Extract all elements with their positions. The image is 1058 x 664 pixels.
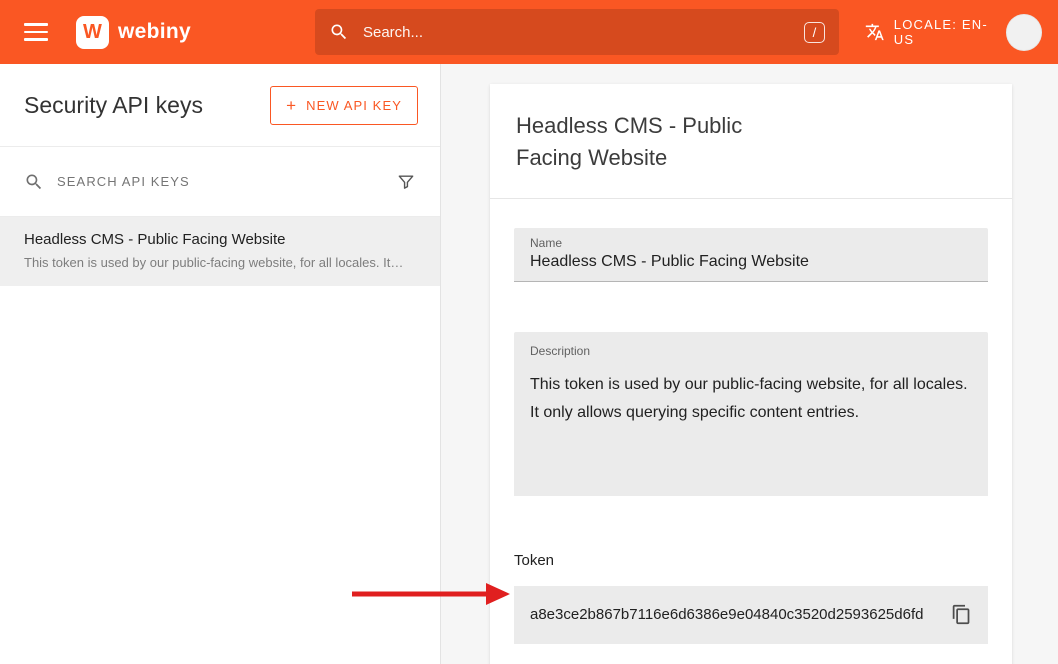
- api-key-card: Headless CMS - Public Facing Website Nam…: [490, 84, 1012, 664]
- locale-selector[interactable]: LOCALE: EN-US: [865, 17, 1006, 47]
- global-search[interactable]: /: [315, 9, 839, 55]
- token-value: a8e3ce2b867b7116e6d6386e9e04840c3520d259…: [530, 606, 923, 623]
- plus-icon: +: [286, 97, 297, 114]
- locale-label: LOCALE: EN-US: [894, 17, 1006, 47]
- search-shortcut-badge: /: [804, 22, 826, 43]
- user-avatar[interactable]: [1006, 14, 1042, 51]
- api-keys-sidebar: Security API keys + NEW API KEY Headless…: [0, 64, 441, 664]
- global-search-input[interactable]: [363, 24, 804, 41]
- api-keys-search-input[interactable]: [57, 174, 396, 189]
- api-keys-search-row: [0, 147, 440, 217]
- webiny-logo-text: webiny: [118, 20, 191, 44]
- copy-icon: [951, 604, 972, 625]
- description-field-label: Description: [530, 344, 972, 358]
- sidebar-header: Security API keys + NEW API KEY: [0, 64, 440, 147]
- description-field[interactable]: Description This token is used by our pu…: [514, 332, 988, 496]
- name-field-value: Headless CMS - Public Facing Website: [530, 253, 972, 271]
- card-body: Name Headless CMS - Public Facing Websit…: [490, 199, 1012, 664]
- filter-icon: [396, 172, 416, 192]
- api-key-list-item[interactable]: Headless CMS - Public Facing Website Thi…: [0, 217, 440, 286]
- new-api-key-button[interactable]: + NEW API KEY: [270, 86, 418, 125]
- translate-icon: [865, 22, 885, 42]
- token-label: Token: [514, 552, 988, 569]
- card-header: Headless CMS - Public Facing Website: [490, 84, 1012, 199]
- copy-token-button[interactable]: [951, 604, 972, 625]
- api-key-description: This token is used by our public-facing …: [24, 255, 416, 270]
- description-field-value: This token is used by our public-facing …: [530, 371, 972, 427]
- name-field-label: Name: [530, 236, 972, 250]
- search-icon: [24, 172, 44, 192]
- page-title: Security API keys: [24, 92, 203, 119]
- name-field[interactable]: Name Headless CMS - Public Facing Websit…: [514, 228, 988, 282]
- api-key-title: Headless CMS - Public Facing Website: [24, 231, 416, 248]
- webiny-logo[interactable]: W webiny: [76, 16, 191, 49]
- webiny-logo-icon: W: [76, 16, 109, 49]
- card-title: Headless CMS - Public Facing Website: [516, 110, 786, 174]
- hamburger-menu-icon[interactable]: [24, 22, 48, 42]
- top-bar: W webiny / LOCALE: EN-US: [0, 0, 1058, 64]
- filter-button[interactable]: [396, 172, 416, 192]
- detail-panel: Headless CMS - Public Facing Website Nam…: [441, 64, 1058, 664]
- search-icon: [329, 22, 349, 42]
- main-content: Security API keys + NEW API KEY Headless…: [0, 64, 1058, 664]
- new-api-key-label: NEW API KEY: [306, 98, 402, 113]
- token-field: a8e3ce2b867b7116e6d6386e9e04840c3520d259…: [514, 586, 988, 644]
